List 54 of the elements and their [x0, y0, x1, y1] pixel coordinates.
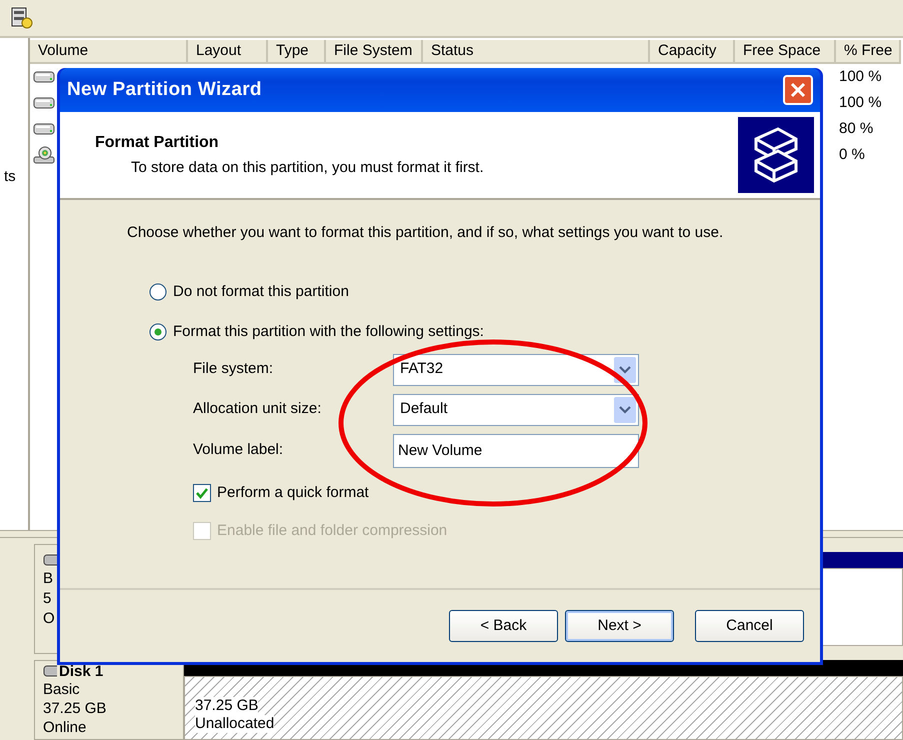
table-cell-text: 100 %	[839, 92, 882, 113]
column-header[interactable]: Layout	[188, 40, 268, 64]
pane-text: ts	[4, 168, 16, 185]
column-header[interactable]: Volume	[30, 40, 188, 64]
close-icon	[790, 82, 806, 98]
hard-drive-icon	[43, 554, 57, 566]
partition-size: 37.25 GB	[195, 697, 258, 715]
radio-label: Format this partition with the following settings:	[173, 322, 484, 342]
disk-info: Basic	[43, 680, 81, 699]
radio-label: Do not format this partition	[173, 282, 349, 302]
partition-status: Unallocated	[195, 715, 274, 733]
column-header[interactable]: Status	[423, 40, 650, 64]
cd-drive-icon	[33, 145, 55, 165]
checkbox[interactable]	[193, 484, 211, 502]
dialog-button[interactable]: < Back	[449, 610, 558, 642]
hard-drive-icon	[43, 665, 57, 677]
dropdown[interactable]: FAT32	[393, 354, 639, 386]
instruction-text: Choose whether you want to format this partition, and if so, what settings you want to use.	[127, 223, 724, 243]
disk-name: Disk 1	[59, 662, 104, 680]
disk-management-icon[interactable]	[10, 6, 34, 30]
hard-drive-icon	[33, 123, 55, 135]
checkbox-label: Perform a quick format	[217, 482, 369, 502]
disk-stack-icon	[738, 117, 814, 193]
close-button[interactable]	[783, 75, 813, 105]
table-cell-text: 0 %	[839, 144, 865, 165]
disk-info: O	[43, 609, 56, 629]
table-cell-text: 100 %	[839, 66, 882, 87]
radio-button[interactable]	[149, 282, 167, 301]
field-label: File system:	[193, 359, 274, 380]
radio-button[interactable]	[149, 323, 167, 342]
field-label: Volume label:	[193, 440, 284, 460]
input-field[interactable]: New Volume	[393, 434, 639, 468]
header-subtitle: To store data on this partition, you must format it first.	[130, 158, 484, 178]
column-header[interactable]: Capacity	[650, 40, 735, 64]
window-title: New Partition Wizard	[67, 78, 262, 102]
header-title: Format Partition	[95, 132, 220, 153]
chevron-down-icon	[614, 396, 636, 422]
dialog-button[interactable]: Next >	[565, 610, 674, 642]
column-header[interactable]: File System	[326, 40, 423, 64]
disk-info: B	[43, 569, 54, 589]
disk-info: 37.25 GB	[43, 699, 108, 718]
checkbox-label: Enable file and folder compression	[217, 521, 448, 541]
column-header[interactable]: Free Space	[735, 40, 836, 64]
disk-info: 5	[43, 589, 52, 609]
table-cell-text: 80 %	[839, 118, 874, 139]
column-header[interactable]: Type	[268, 40, 326, 64]
disk-info: Online	[43, 718, 88, 737]
field-label: Allocation unit size:	[193, 399, 322, 420]
dropdown[interactable]: Default	[393, 394, 639, 426]
column-header[interactable]: % Free	[836, 40, 901, 64]
partition-area[interactable]: 37.25 GB Unallocated	[184, 676, 903, 740]
dialog-button[interactable]: Cancel	[695, 610, 804, 642]
hard-drive-icon	[33, 97, 55, 109]
hard-drive-icon	[33, 71, 55, 83]
